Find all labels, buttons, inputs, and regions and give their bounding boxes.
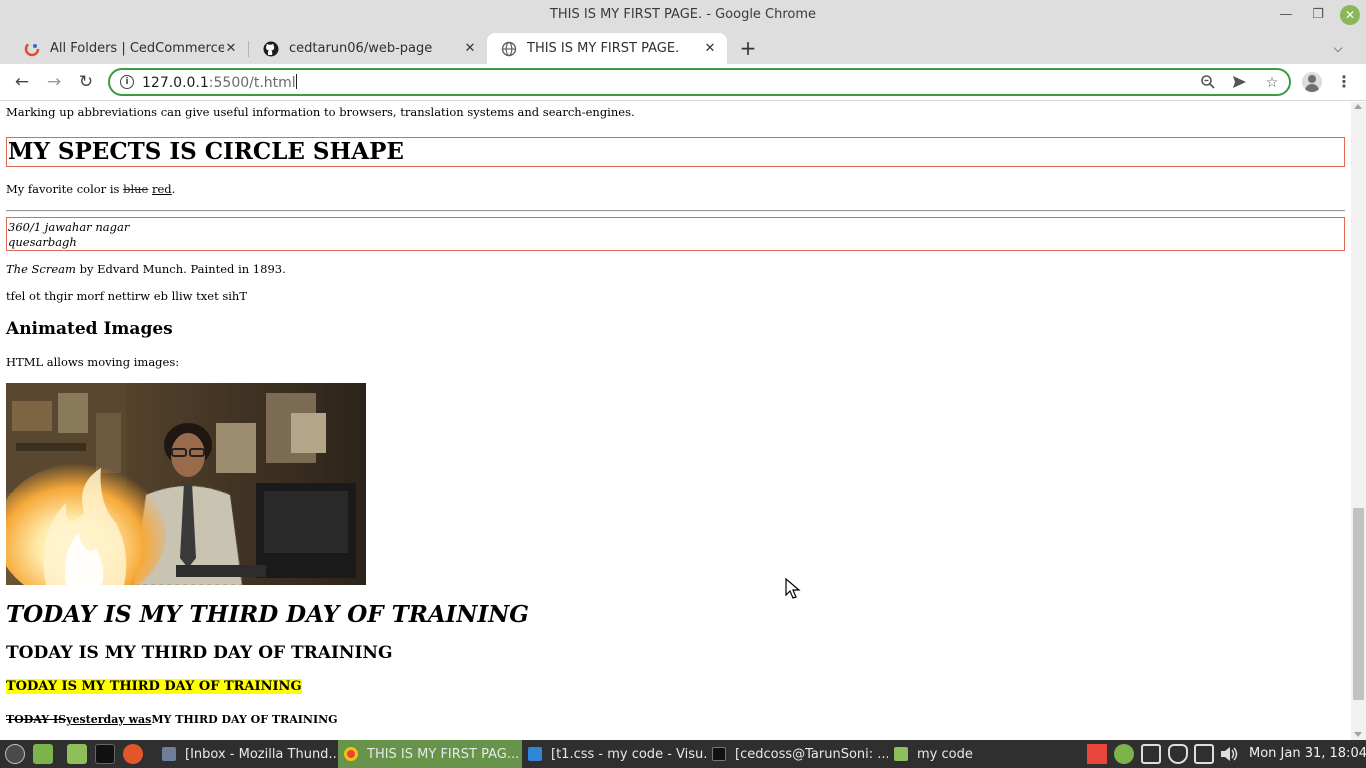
globe-icon: [501, 41, 517, 56]
task-label: [Inbox - Mozilla Thund...: [185, 746, 338, 762]
new-tab-icon[interactable]: +: [736, 36, 760, 60]
tab-cedcommerce[interactable]: All Folders | CedCommerce (L ✕: [10, 33, 248, 64]
clipboard-icon[interactable]: [1141, 744, 1161, 764]
tab-github[interactable]: cedtarun06/web-page ✕: [249, 33, 487, 64]
scrollbar-thumb[interactable]: [1353, 508, 1364, 700]
url-path: :5500/t.html: [208, 75, 296, 91]
training-highlighted-text: TODAY IS MY THIRD DAY OF TRAINING: [6, 679, 302, 694]
taskbar-item-chrome[interactable]: THIS IS MY FIRST PAG...: [338, 740, 522, 768]
system-clock[interactable]: Mon Jan 31, 18:04: [1249, 746, 1366, 761]
task-label: my code: [917, 746, 973, 762]
task-label: THIS IS MY FIRST PAG...: [367, 746, 520, 762]
shield-icon[interactable]: [1168, 744, 1188, 764]
animated-images-heading: Animated Images: [6, 319, 173, 339]
training-edited-text: TODAY ISyesterday wasMY THIRD DAY OF TRA…: [6, 713, 338, 726]
page-viewport: Marking up abbreviations can give useful…: [0, 102, 1351, 740]
window-titlebar: THIS IS MY FIRST PAGE. - Google Chrome —…: [0, 0, 1366, 30]
deleted-color: blue: [123, 182, 149, 196]
git-icon[interactable]: [1087, 744, 1107, 764]
favorite-prefix: My favorite color is: [6, 182, 124, 196]
taskbar-item-terminal[interactable]: [cedcoss@TarunSoni: ...: [706, 740, 888, 768]
inserted-words: yesterday was: [66, 713, 152, 726]
folder-icon: [894, 747, 908, 761]
training-heading: TODAY IS MY THIRD DAY OF TRAINING: [6, 643, 393, 663]
terminal-launcher-icon[interactable]: [95, 744, 115, 764]
restore-icon[interactable]: ❐: [1309, 6, 1327, 24]
url-host: 127.0.0.1: [142, 75, 209, 91]
remaining-words: MY THIRD DAY OF TRAINING: [151, 713, 338, 726]
mint-menu-icon[interactable]: [5, 744, 25, 764]
favorite-suffix: .: [171, 182, 176, 196]
url-text[interactable]: 127.0.0.1:5500/t.html: [142, 74, 297, 91]
tab-first-page[interactable]: THIS IS MY FIRST PAGE. ✕: [487, 33, 727, 64]
window-title: THIS IS MY FIRST PAGE. - Google Chrome: [549, 7, 817, 22]
animated-gif-image: [6, 383, 366, 585]
firefox-icon[interactable]: [123, 744, 143, 764]
address-box: 360/1 jawahar nagar quesarbagh: [6, 217, 1345, 251]
task-label: [cedcoss@TarunSoni: ...: [735, 746, 888, 762]
close-tab-icon[interactable]: ✕: [463, 41, 477, 56]
site-info-icon[interactable]: i: [120, 75, 134, 89]
scroll-down-icon[interactable]: [1354, 732, 1362, 737]
bordered-heading-box: MY SPECTS IS CIRCLE SHAPE: [6, 137, 1345, 167]
inserted-color: red: [152, 182, 172, 196]
thunderbird-icon: [162, 747, 176, 761]
scream-caption: by Edvard Munch. Painted in 1893.: [75, 262, 286, 276]
tab-label: THIS IS MY FIRST PAGE.: [527, 41, 680, 56]
menu-dots-icon[interactable]: ⋮: [1336, 71, 1352, 93]
scream-paragraph: The Scream by Edvard Munch. Painted in 1…: [6, 262, 286, 276]
scream-title: The Scream: [6, 262, 76, 276]
system-taskbar: [Inbox - Mozilla Thund... THIS IS MY FIR…: [0, 740, 1366, 768]
minimize-icon[interactable]: —: [1277, 6, 1295, 24]
favorite-color-paragraph: My favorite color is blue red.: [6, 182, 175, 196]
scroll-up-icon[interactable]: [1354, 104, 1362, 109]
address-line-1: 360/1 jawahar nagar: [8, 220, 130, 234]
back-arrow-icon[interactable]: ←: [10, 71, 34, 93]
task-label: [t1.css - my code - Visu...: [551, 746, 706, 762]
taskbar-item-vscode[interactable]: [t1.css - my code - Visu...: [522, 740, 706, 768]
address-line-2: quesarbagh: [8, 235, 77, 249]
profile-avatar-icon[interactable]: [1302, 72, 1322, 92]
text-caret: [295, 74, 297, 89]
chrome-icon: [344, 747, 358, 761]
horizontal-rule: [6, 210, 1345, 212]
zoom-icon[interactable]: [1199, 74, 1217, 92]
window-list-icon[interactable]: [1194, 744, 1214, 764]
forward-arrow-icon[interactable]: →: [42, 71, 66, 93]
update-check-icon[interactable]: [1114, 744, 1134, 764]
volume-icon[interactable]: [1219, 744, 1241, 764]
spects-heading: MY SPECTS IS CIRCLE SHAPE: [8, 138, 404, 165]
tab-label: All Folders | CedCommerce (L: [50, 41, 224, 56]
taskbar-item-thunderbird[interactable]: [Inbox - Mozilla Thund...: [156, 740, 338, 768]
taskbar-item-folder[interactable]: my code: [888, 740, 1008, 768]
reload-icon[interactable]: ↻: [74, 71, 98, 93]
tab-label: cedtarun06/web-page: [289, 41, 433, 56]
vscode-icon: [528, 747, 542, 761]
reversed-text-paragraph: tfel ot thgir morf nettirw eb lliw txet …: [6, 289, 248, 303]
moving-images-paragraph: HTML allows moving images:: [6, 355, 180, 369]
abbreviation-paragraph: Marking up abbreviations can give useful…: [6, 105, 635, 119]
close-window-icon[interactable]: ✕: [1340, 5, 1360, 25]
close-tab-icon[interactable]: ✕: [703, 41, 717, 56]
terminal-icon: [712, 747, 726, 761]
browser-toolbar: ← → ↻ i 127.0.0.1:5500/t.html ☆ ⋮: [0, 64, 1366, 101]
page-scrollbar[interactable]: [1351, 102, 1366, 740]
training-italic-heading: TODAY IS MY THIRD DAY OF TRAINING: [6, 601, 529, 628]
cedcommerce-icon: [24, 41, 40, 56]
send-icon[interactable]: [1230, 74, 1248, 92]
deleted-words: TODAY IS: [6, 713, 67, 726]
address-bar[interactable]: i 127.0.0.1:5500/t.html ☆: [108, 68, 1291, 96]
files-icon[interactable]: [67, 744, 87, 764]
close-tab-icon[interactable]: ✕: [224, 41, 238, 56]
chevron-down-icon[interactable]: ⌵: [1328, 38, 1348, 58]
show-desktop-icon[interactable]: [33, 744, 53, 764]
bookmark-star-icon[interactable]: ☆: [1263, 74, 1281, 92]
tab-strip: All Folders | CedCommerce (L ✕ cedtarun0…: [0, 30, 1366, 64]
mouse-pointer-icon: [785, 578, 801, 599]
github-icon: [263, 41, 279, 56]
